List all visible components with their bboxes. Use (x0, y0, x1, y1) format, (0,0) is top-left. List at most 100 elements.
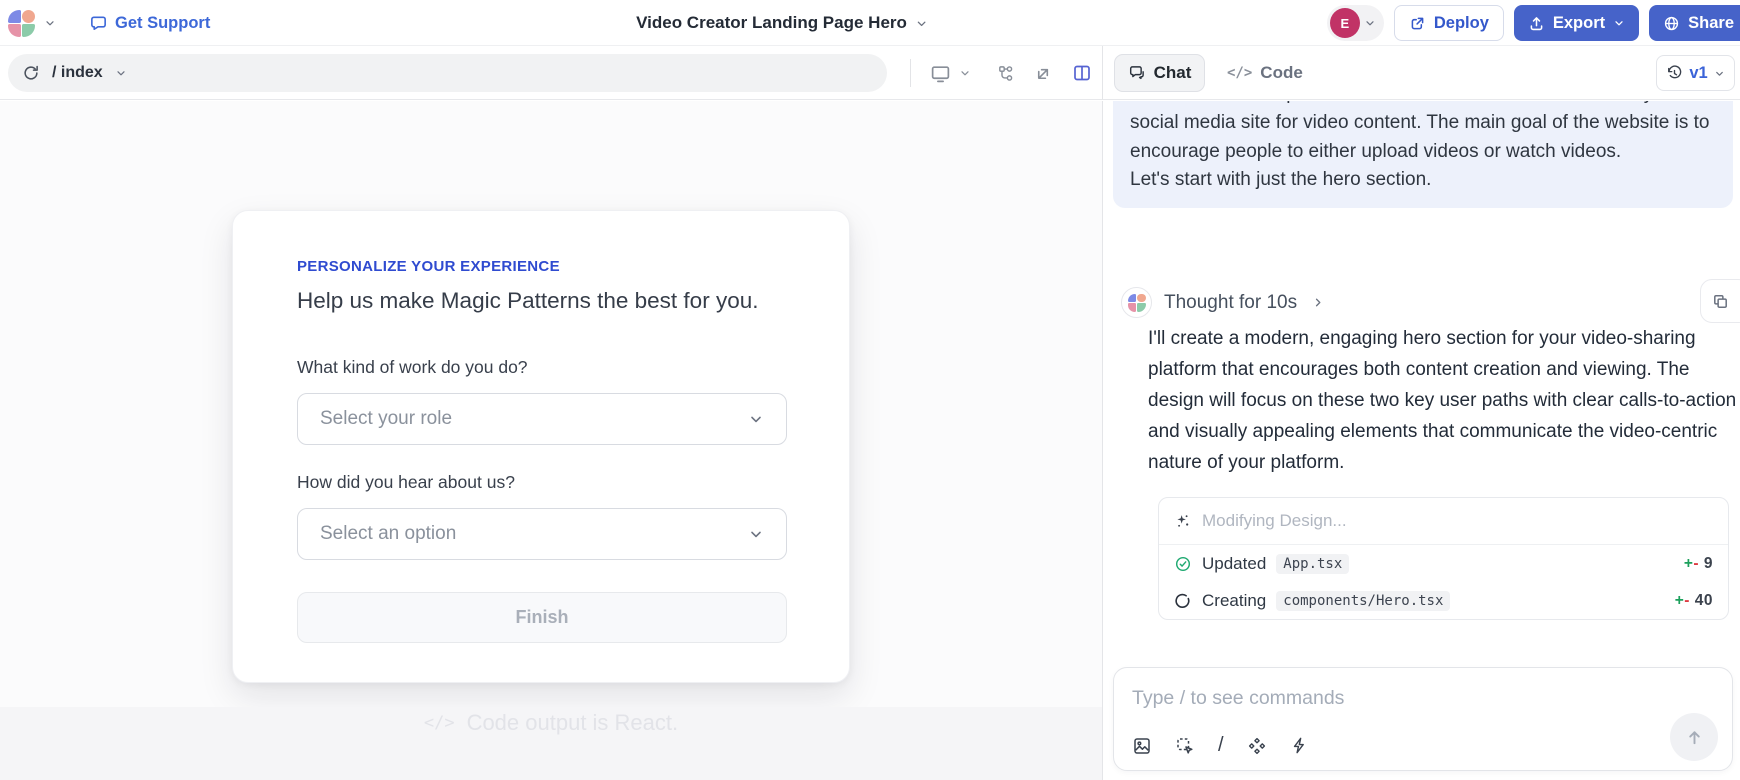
open-in-new-button[interactable] (1034, 64, 1053, 83)
modal-headline: Help us make Magic Patterns the best for… (297, 288, 758, 314)
preview-footer-band: </> Code output is React. (0, 707, 1102, 780)
role-select[interactable]: Select your role (297, 393, 787, 445)
thought-label: Thought for 10s (1164, 292, 1297, 314)
tab-chat[interactable]: Chat (1114, 54, 1205, 92)
assistant-avatar (1121, 287, 1152, 318)
referral-select-placeholder: Select an option (320, 523, 456, 545)
columns-icon (1072, 63, 1092, 83)
top-header: Get Support Video Creator Landing Page H… (0, 0, 1740, 46)
route-path[interactable]: / index (52, 64, 103, 82)
user-message-bubble: that lets creators upload and share thei… (1113, 101, 1733, 208)
modal-eyebrow: PERSONALIZE YOUR EXPERIENCE (297, 258, 560, 275)
external-link-icon (1409, 15, 1426, 32)
code-tab-label: Code (1260, 63, 1303, 83)
chat-tab-icon (1128, 64, 1146, 82)
diamonds-icon (1247, 736, 1267, 756)
quick-action-button[interactable] (1290, 736, 1309, 755)
task-card: Modifying Design... Updated App.tsx +- 9… (1158, 497, 1729, 620)
attach-image-button[interactable] (1132, 736, 1152, 756)
select-area-icon (1175, 736, 1195, 756)
diff-stat: +- 9 (1684, 555, 1713, 573)
arrow-up-icon (1685, 728, 1704, 747)
code-output-icon: </> (424, 713, 455, 733)
assistant-message: I'll create a modern, engaging hero sect… (1148, 323, 1740, 478)
user-message-text: Let's start with just the hero section. (1130, 166, 1716, 195)
chat-bubble-icon (89, 14, 108, 33)
referral-select[interactable]: Select an option (297, 508, 787, 560)
select-chevron-icon (748, 411, 764, 427)
task-item-state: Updated (1202, 554, 1266, 574)
image-icon (1132, 736, 1152, 756)
onboarding-modal: PERSONALIZE YOUR EXPERIENCE Help us make… (232, 210, 850, 683)
monitor-icon (930, 63, 951, 84)
account-menu[interactable]: E (1327, 5, 1384, 41)
preview-canvas: PERSONALIZE YOUR EXPERIENCE Help us make… (0, 101, 1102, 780)
share-label: Share (1688, 14, 1734, 33)
slash-command-button[interactable]: / (1218, 734, 1224, 757)
share-button[interactable]: Share (1649, 5, 1740, 41)
chat-tab-label: Chat (1154, 63, 1192, 83)
finish-button[interactable]: Finish (297, 592, 787, 643)
chevron-right-icon (1312, 296, 1325, 309)
split-view-button[interactable] (1072, 63, 1092, 83)
send-button[interactable] (1670, 713, 1718, 761)
select-chevron-icon (748, 526, 764, 542)
spinner-icon (1174, 592, 1192, 610)
deploy-button[interactable]: Deploy (1394, 5, 1504, 41)
check-circle-icon (1174, 555, 1192, 573)
project-title: Video Creator Landing Page Hero (636, 13, 907, 33)
patterns-button[interactable] (1247, 736, 1267, 756)
account-chevron-icon (1364, 17, 1376, 29)
chat-input[interactable] (1132, 682, 1692, 714)
file-chip: App.tsx (1276, 554, 1349, 574)
preview-toolbar: / index (0, 46, 1102, 100)
bolt-icon (1290, 736, 1309, 755)
thought-toggle[interactable]: Thought for 10s (1121, 287, 1325, 318)
copy-button[interactable] (1700, 279, 1740, 323)
referral-question-label: How did you hear about us? (297, 472, 515, 493)
file-chip: components/Hero.tsx (1276, 591, 1450, 611)
chat-input-box: / (1113, 667, 1733, 771)
get-support-link[interactable]: Get Support (89, 14, 210, 33)
component-tree-button[interactable] (996, 64, 1015, 83)
chat-toolbar: Chat </> Code v1 (1102, 46, 1740, 100)
select-element-button[interactable] (1175, 736, 1195, 756)
upload-icon (1528, 15, 1545, 32)
title-chevron-icon (915, 17, 928, 30)
app-window: Get Support Video Creator Landing Page H… (0, 0, 1740, 780)
get-support-label: Get Support (115, 14, 210, 33)
route-chevron-icon[interactable] (115, 67, 127, 79)
toolbar-divider (910, 59, 911, 87)
task-card-header: Modifying Design... (1159, 498, 1728, 545)
device-preview-button[interactable] (930, 63, 971, 84)
tab-code[interactable]: </> Code (1217, 54, 1313, 92)
code-output-note: Code output is React. (467, 710, 679, 736)
user-avatar: E (1330, 8, 1360, 38)
task-item-row[interactable]: Updated App.tsx +- 9 (1159, 545, 1728, 582)
task-item-state: Creating (1202, 591, 1266, 611)
logo-menu-chevron-icon[interactable] (44, 17, 56, 29)
deploy-label: Deploy (1434, 14, 1489, 33)
user-message-text: that lets creators upload and share thei… (1130, 101, 1716, 166)
refresh-icon[interactable] (22, 64, 40, 82)
history-icon (1666, 65, 1683, 82)
version-chevron-icon (1714, 68, 1725, 79)
export-label: Export (1553, 14, 1605, 33)
arrow-up-right-icon (1034, 64, 1053, 83)
sparkle-icon (1174, 513, 1191, 530)
magic-patterns-logo[interactable] (8, 10, 35, 37)
device-chevron-icon (959, 67, 971, 79)
chat-panel: that lets creators upload and share thei… (1102, 101, 1740, 780)
role-select-placeholder: Select your role (320, 408, 452, 430)
export-button[interactable]: Export (1514, 5, 1639, 41)
version-selector[interactable]: v1 (1656, 55, 1735, 91)
code-icon: </> (1227, 65, 1252, 81)
globe-icon (1663, 15, 1680, 32)
version-label: v1 (1689, 64, 1707, 83)
diff-stat: +- 40 (1675, 592, 1713, 610)
role-question-label: What kind of work do you do? (297, 357, 528, 378)
project-title-menu[interactable]: Video Creator Landing Page Hero (636, 0, 928, 46)
address-bar[interactable]: / index (8, 54, 887, 92)
export-chevron-icon (1613, 17, 1625, 29)
task-item-row[interactable]: Creating components/Hero.tsx +- 40 (1159, 582, 1728, 619)
